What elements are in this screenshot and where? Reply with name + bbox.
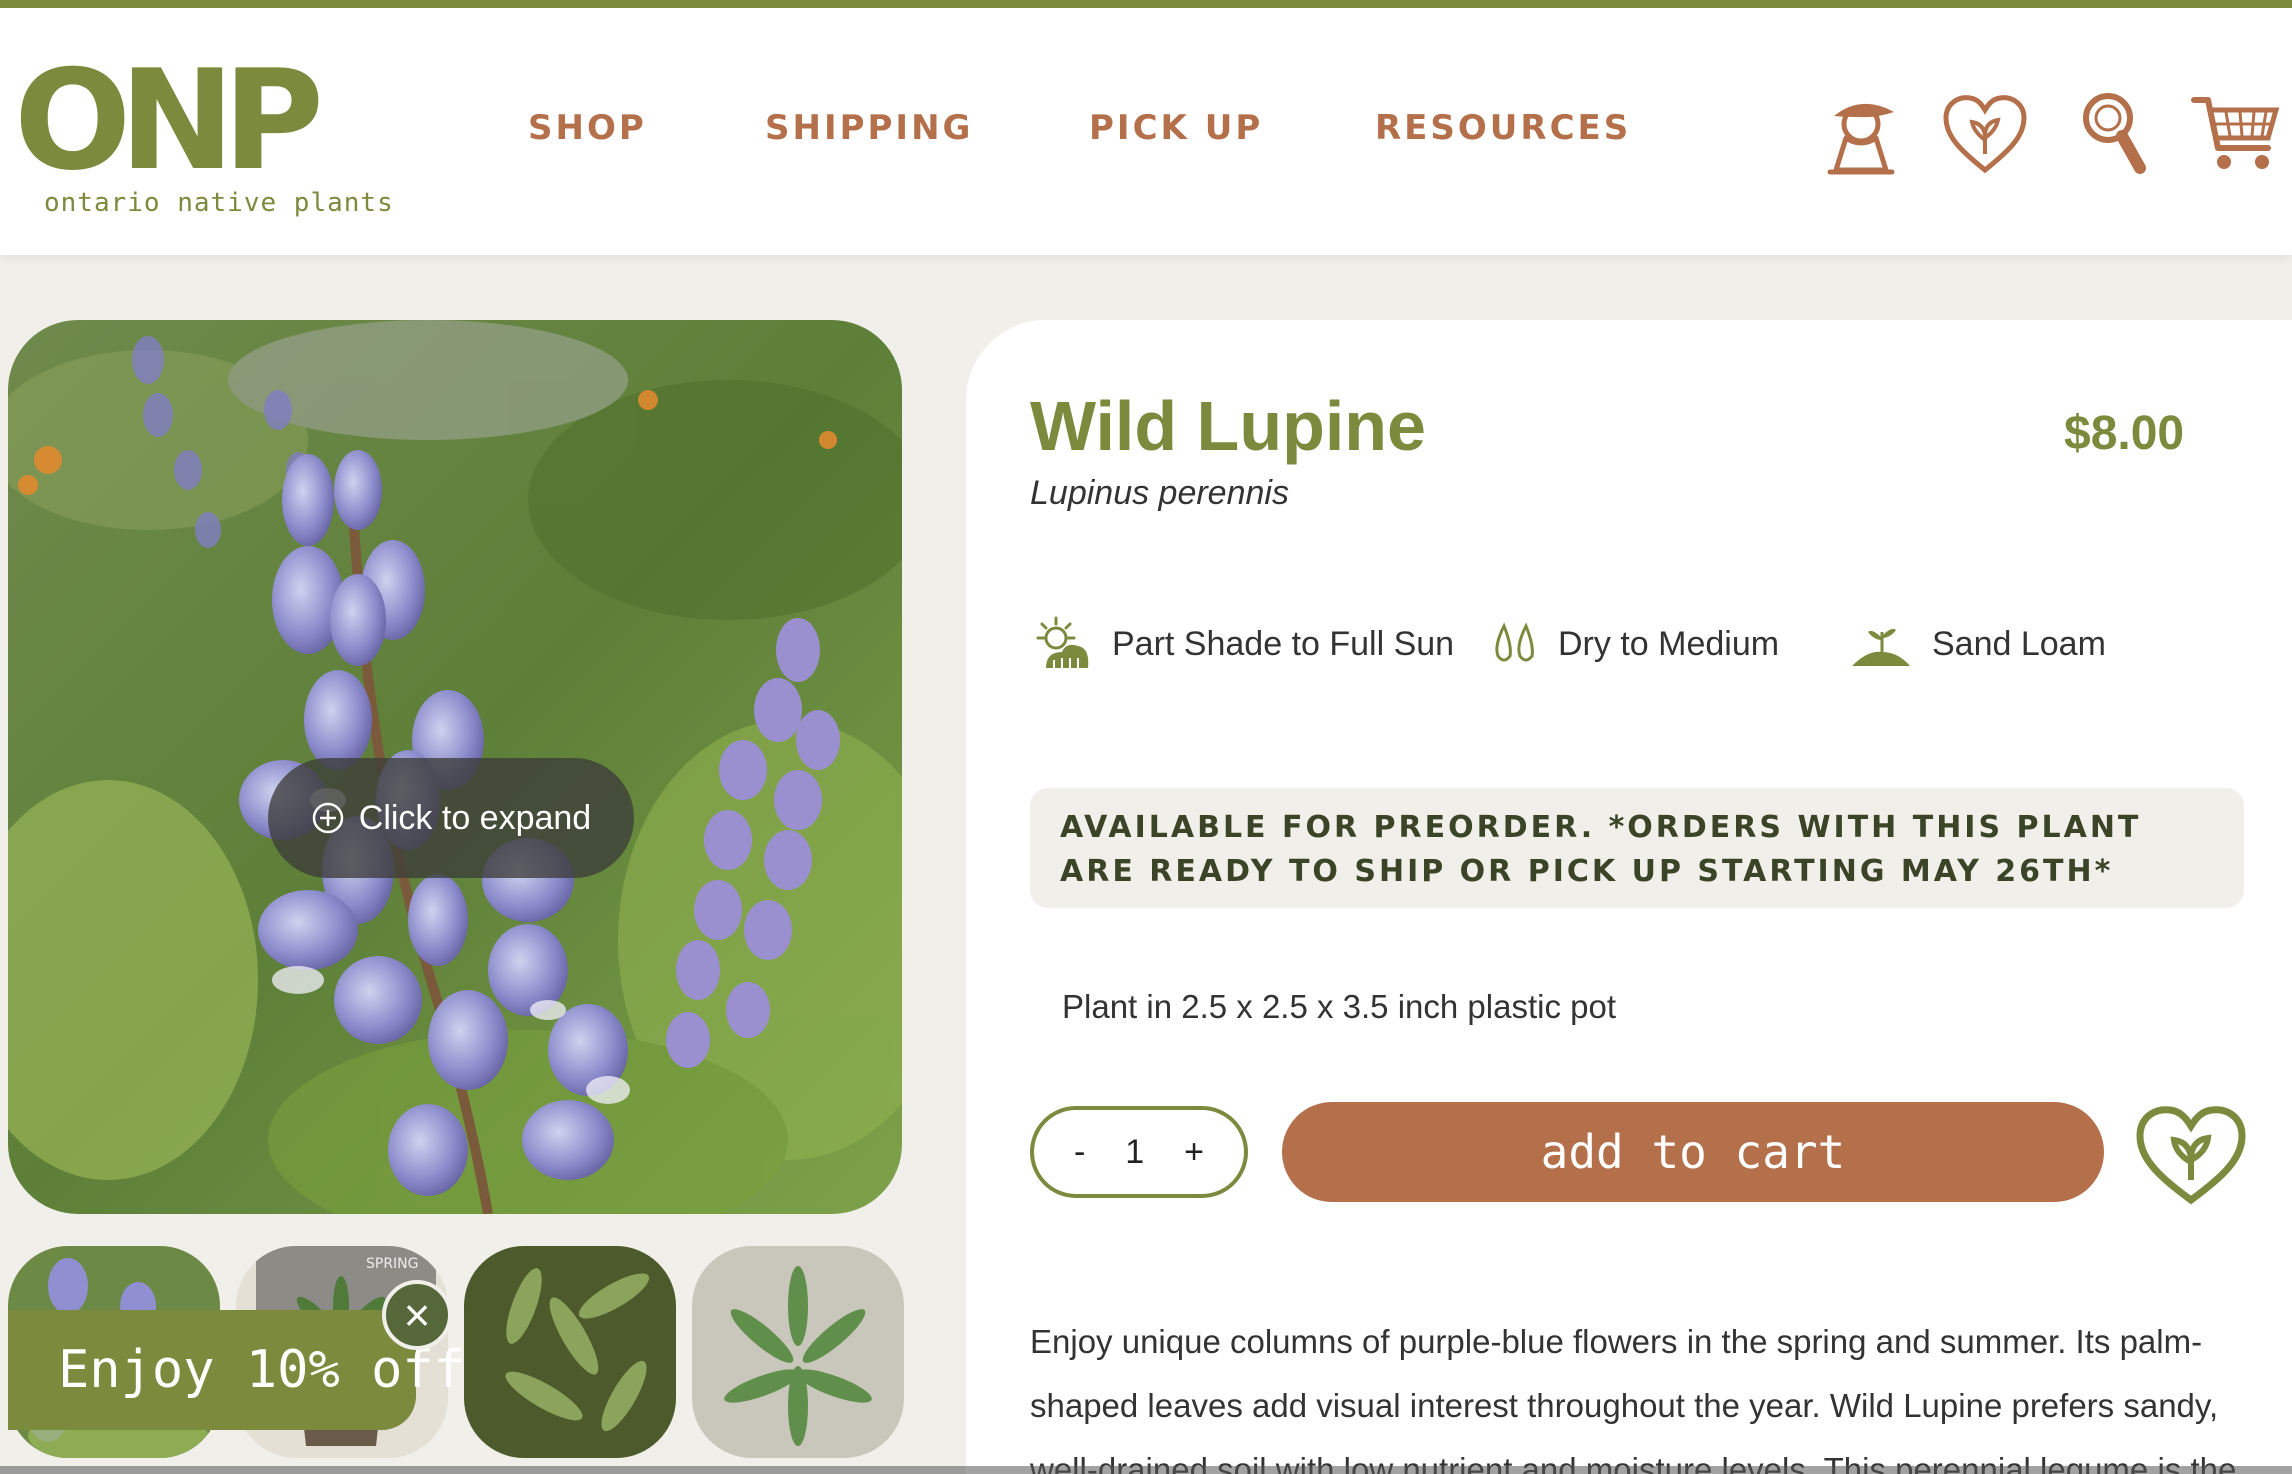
click-to-expand-button[interactable]: Click to expand: [268, 758, 634, 878]
condition-moisture-label: Dry to Medium: [1558, 624, 1780, 663]
account-icon[interactable]: [1816, 88, 1906, 178]
logo-mark: ONP: [14, 40, 324, 201]
wishlist-heart-icon: [2136, 1106, 2246, 1205]
search-icon[interactable]: [2070, 88, 2160, 178]
condition-moisture: Dry to Medium: [1490, 612, 1779, 676]
quantity-stepper: - 1 +: [1030, 1106, 1248, 1198]
condition-soil-label: Sand Loam: [1932, 624, 2106, 663]
water-drops-icon: [1495, 622, 1534, 662]
bottom-edge: [0, 1466, 2292, 1474]
condition-sun-label: Part Shade to Full Sun: [1112, 624, 1455, 663]
expand-label: Click to expand: [358, 798, 592, 837]
thumb-tag: SPRING: [366, 1256, 419, 1272]
sun-icon: [1036, 616, 1089, 668]
cart-icon[interactable]: [2190, 88, 2280, 178]
product-description: Enjoy unique columns of purple-blue flow…: [1030, 1323, 2237, 1474]
top-accent-bar: [0, 0, 2292, 8]
wishlist-icon[interactable]: [1940, 88, 2030, 178]
nav-pick-up[interactable]: PICK UP: [1089, 108, 1263, 148]
nav-shop[interactable]: SHOP: [528, 108, 647, 148]
product-title: Wild Lupine: [1030, 387, 1426, 465]
logo-tagline: ontario native plants: [44, 188, 394, 218]
expand-plus-icon: [312, 802, 344, 834]
thumbnail-seedling[interactable]: [692, 1246, 904, 1458]
close-icon[interactable]: ×: [382, 1280, 452, 1350]
product-scientific-name: Lupinus perennis: [1030, 474, 1289, 512]
thumbnail-leaves[interactable]: [464, 1246, 676, 1458]
discount-promo-button[interactable]: Enjoy 10% off: [8, 1310, 465, 1430]
quantity-value[interactable]: 1: [1125, 1133, 1144, 1172]
preorder-notice: AVAILABLE FOR PREORDER. *ORDERS WITH THI…: [1030, 788, 2244, 908]
condition-sun: Part Shade to Full Sun: [1030, 612, 1454, 676]
pot-size: Plant in 2.5 x 2.5 x 3.5 inch plastic po…: [1062, 988, 1616, 1025]
site-logo[interactable]: ONP ontario native plants: [14, 40, 393, 228]
soil-icon: [1852, 628, 1910, 666]
product-price: $8.00: [2064, 407, 2185, 460]
add-to-cart-button[interactable]: add to cart: [1282, 1102, 2104, 1202]
quantity-decrease-button[interactable]: -: [1074, 1133, 1085, 1172]
nav-shipping[interactable]: SHIPPING: [765, 108, 973, 148]
nav-resources[interactable]: RESOURCES: [1375, 108, 1631, 148]
site-header: ONP ontario native plants SHOP SHIPPING …: [0, 8, 2292, 255]
add-to-wishlist-button[interactable]: [2132, 1100, 2250, 1208]
preorder-notice-text: AVAILABLE FOR PREORDER. *ORDERS WITH THI…: [1060, 810, 2142, 889]
quantity-increase-button[interactable]: +: [1184, 1133, 1204, 1172]
condition-soil: Sand Loam: [1848, 612, 2106, 676]
